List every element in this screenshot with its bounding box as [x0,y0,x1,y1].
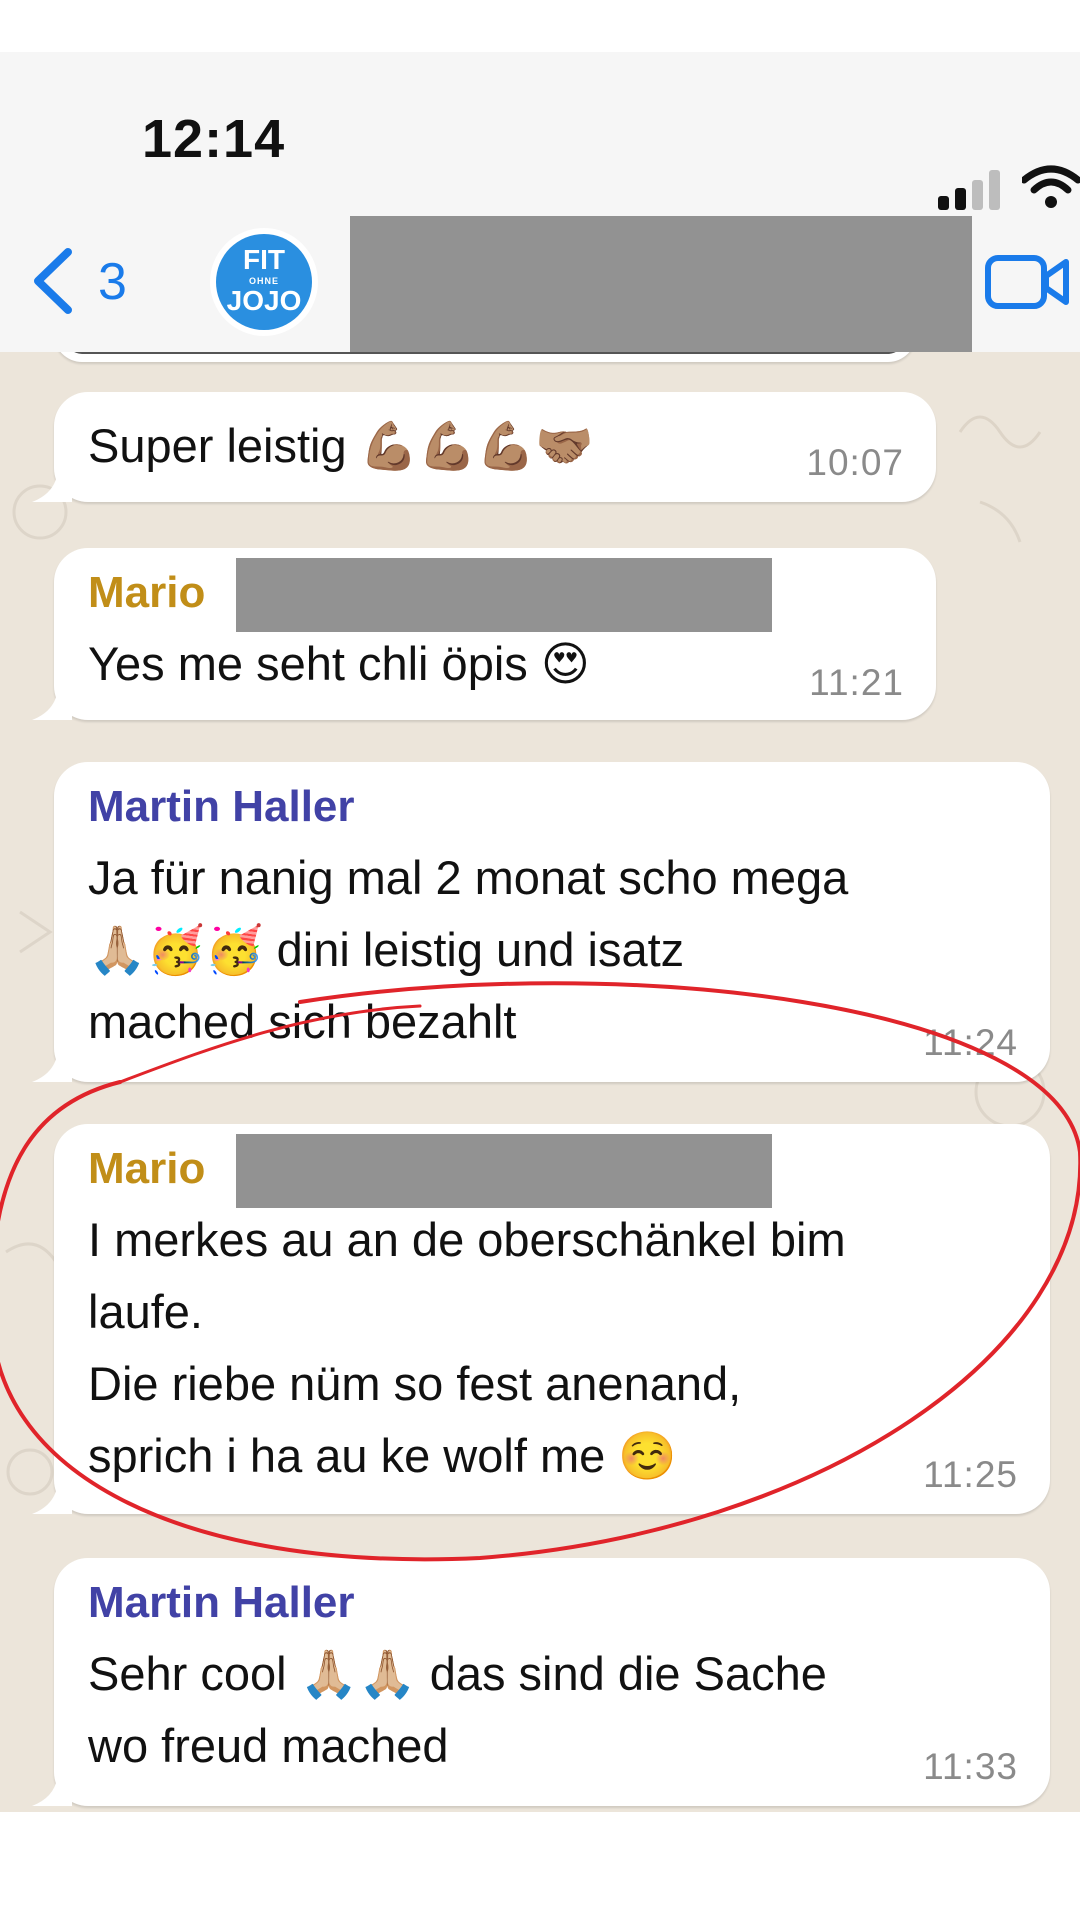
sender-name[interactable]: Martin Haller [88,782,355,832]
bubble-tail [32,1046,72,1082]
redacted-surname [236,1134,772,1208]
sender-name[interactable]: Martin Haller [88,1578,355,1628]
previous-media-bubble [54,352,916,362]
bubble-tail [32,1478,72,1514]
avatar-text-jojo: JOJO [226,285,302,316]
sender-name[interactable]: Mario [88,1144,205,1194]
status-time: 12:14 [142,109,286,169]
message-text: Yes me seht chli öpis 😍 [88,637,590,690]
group-avatar[interactable]: FIT OHNE JOJO [210,228,318,336]
message-text: I merkes au an de oberschänkel bim laufe… [88,1213,846,1482]
message-text: Super leistig 💪🏽💪🏽💪🏽🤝🏽 [88,419,594,472]
avatar-text-fit: FIT [243,244,285,275]
back-button[interactable]: 3 [24,242,144,322]
message-time: 11:24 [923,1022,1018,1063]
bubble-tail [32,1770,72,1806]
message-bubble[interactable]: Mario I merkes au an de oberschänkel bim… [32,1124,1050,1514]
bubble-tail [32,684,72,720]
message-time: 11:21 [809,662,904,703]
sender-name[interactable]: Mario [88,568,205,618]
message-bubble[interactable]: Martin Haller Ja für nanig mal 2 monat s… [32,762,1050,1082]
redacted-chat-title[interactable] [350,216,972,354]
video-call-icon[interactable] [984,248,1072,316]
unread-count: 3 [98,253,127,311]
message-bubble[interactable]: Martin Haller Sehr cool 🙏🏼🙏🏼 das sind di… [32,1558,1050,1806]
message-time: 11:25 [923,1454,1018,1495]
chat-area[interactable]: Super leistig 💪🏽💪🏽💪🏽🤝🏽 10:07 Mario Yes m… [0,352,1080,1812]
message-bubble[interactable]: Super leistig 💪🏽💪🏽💪🏽🤝🏽 10:07 [32,392,936,502]
message-bubble[interactable]: Mario Yes me seht chli öpis 😍 11:21 [32,548,936,720]
message-text: Sehr cool 🙏🏼🙏🏼 das sind die Sache wo fre… [88,1647,827,1772]
cellular-signal-icon [938,170,1002,210]
status-bar: 12:14 [0,52,1080,218]
chat-header: 3 FIT OHNE JOJO [0,216,1080,354]
avatar-logo: FIT OHNE JOJO [216,234,312,330]
wifi-icon [1022,165,1080,208]
message-time: 11:33 [923,1746,1018,1787]
message-text: Ja für nanig mal 2 monat scho mega 🙏🏼🥳🥳 … [88,851,849,1048]
bottom-margin [0,1812,1080,1920]
bubble-tail [32,466,72,502]
back-chevron-icon [34,248,72,314]
redacted-surname [236,558,772,632]
message-time: 10:07 [806,442,904,483]
